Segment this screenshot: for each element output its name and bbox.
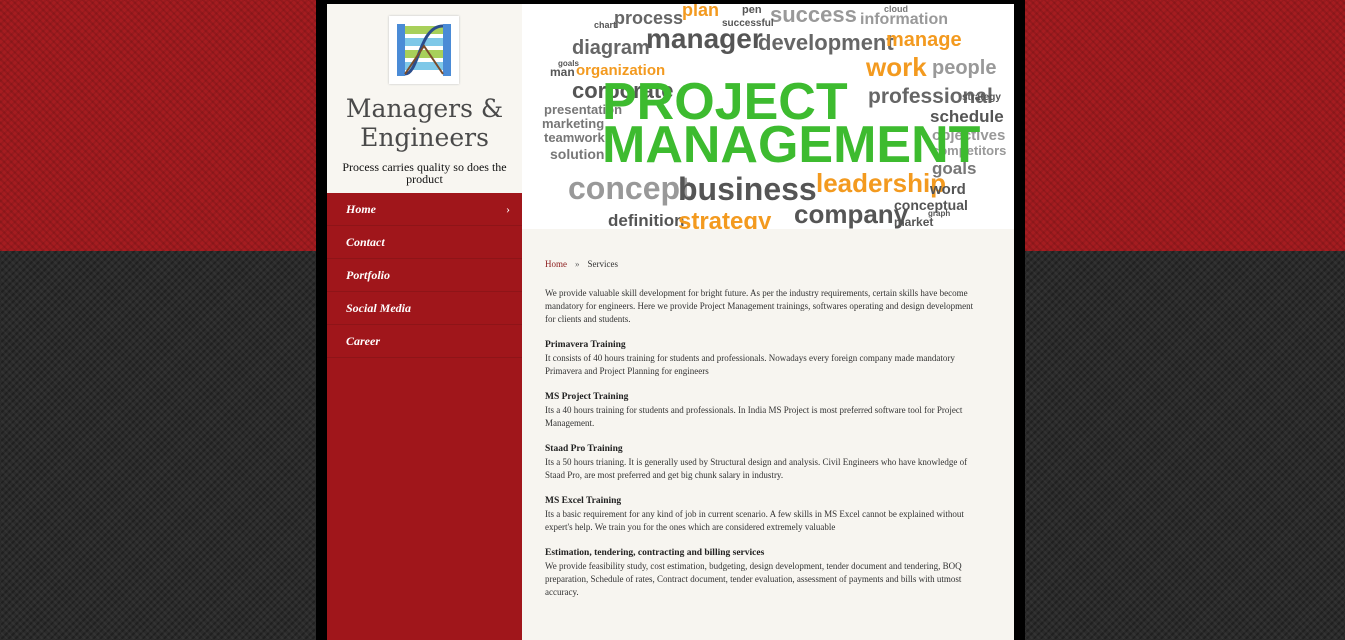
service-text: It consists of 40 hours training for stu… [545, 353, 955, 376]
chevron-right-icon: › [506, 202, 510, 216]
main-content: Home » Services We provide valuable skill … [522, 229, 1014, 640]
breadcrumb: Home » Services [545, 259, 618, 269]
cloud-word: work [865, 52, 927, 82]
brand-block: Managers & Engineers Process carries qua… [327, 4, 522, 193]
cloud-word: teamwork [544, 130, 605, 145]
nav-item-social-media[interactable]: Social Media [327, 292, 522, 325]
management-word: MANAGEMENT [602, 116, 981, 174]
service-text: Its a 40 hours training for students and… [545, 405, 963, 428]
cloud-word: graph [928, 209, 950, 218]
cloud-word: chart [594, 20, 616, 30]
service-title: Staad Pro Training [545, 444, 623, 454]
me-logo-icon[interactable] [389, 16, 459, 84]
service-section-ms-excel: MS Excel Training Its a basic requiremen… [545, 495, 981, 534]
breadcrumb-home-link[interactable]: Home [545, 259, 567, 269]
breadcrumb-current: Services [587, 259, 619, 269]
service-section-staad-pro: Staad Pro Training Its a 50 hours triani… [545, 443, 981, 482]
nav-item-label: Portfolio [346, 268, 390, 282]
cloud-word: manage [886, 29, 962, 51]
site-tagline: Process carries quality so does the prod… [342, 160, 507, 186]
service-section-estimation: Estimation, tendering, contracting and b… [545, 547, 981, 599]
nav-item-contact[interactable]: Contact [327, 226, 522, 259]
cloud-word: plan [682, 4, 719, 20]
service-text: We provide feasibility study, cost estim… [545, 561, 962, 597]
service-text: Its a 50 hours trianing. It is generally… [545, 457, 968, 480]
services-body: We provide valuable skill development fo… [545, 287, 981, 612]
nav-item-portfolio[interactable]: Portfolio [327, 259, 522, 292]
service-text: Its a basic requirement for any kind of … [545, 509, 964, 532]
service-title: MS Excel Training [545, 496, 622, 506]
cloud-word: company [794, 199, 909, 229]
cloud-word: people [932, 57, 996, 79]
cloud-word: strategy [678, 208, 772, 229]
service-title: Estimation, tendering, contracting and b… [545, 548, 765, 558]
main-nav: Home › Contact Portfolio Social Media Ca… [327, 193, 522, 358]
service-title: Primavera Training [545, 340, 626, 350]
cloud-word: diagram [572, 37, 650, 59]
nav-item-label: Social Media [346, 301, 411, 315]
cloud-word: strategy [962, 92, 1001, 103]
cloud-word: pen [742, 4, 762, 16]
banner-word-cloud: plan pen process success successful info… [522, 4, 1014, 229]
service-section-ms-project: MS Project Training Its a 40 hours train… [545, 391, 981, 430]
nav-item-label: Home [346, 202, 376, 216]
service-title: MS Project Training [545, 392, 629, 402]
nav-item-home[interactable]: Home › [327, 193, 522, 226]
cloud-word: leadership [816, 168, 946, 198]
breadcrumb-separator: » [575, 259, 580, 269]
cloud-word: manager [646, 23, 763, 54]
cloud-word: concept [568, 170, 691, 206]
cloud-word: solution [550, 146, 604, 162]
cloud-word: cloud [884, 4, 908, 14]
cloud-word: success [770, 4, 857, 27]
nav-item-career[interactable]: Career [327, 325, 522, 358]
cloud-word: word [929, 181, 966, 198]
cloud-word: definition [608, 211, 684, 229]
cloud-word: man [550, 65, 575, 79]
service-section-primavera: Primavera Training It consists of 40 hou… [545, 339, 981, 378]
sidebar: Managers & Engineers Process carries qua… [327, 4, 522, 640]
cloud-word: marketing [542, 116, 604, 131]
site-title[interactable]: Managers & Engineers [327, 94, 522, 152]
nav-item-label: Contact [346, 235, 385, 249]
nav-item-label: Career [346, 334, 380, 348]
intro-paragraph: We provide valuable skill development fo… [545, 288, 974, 324]
